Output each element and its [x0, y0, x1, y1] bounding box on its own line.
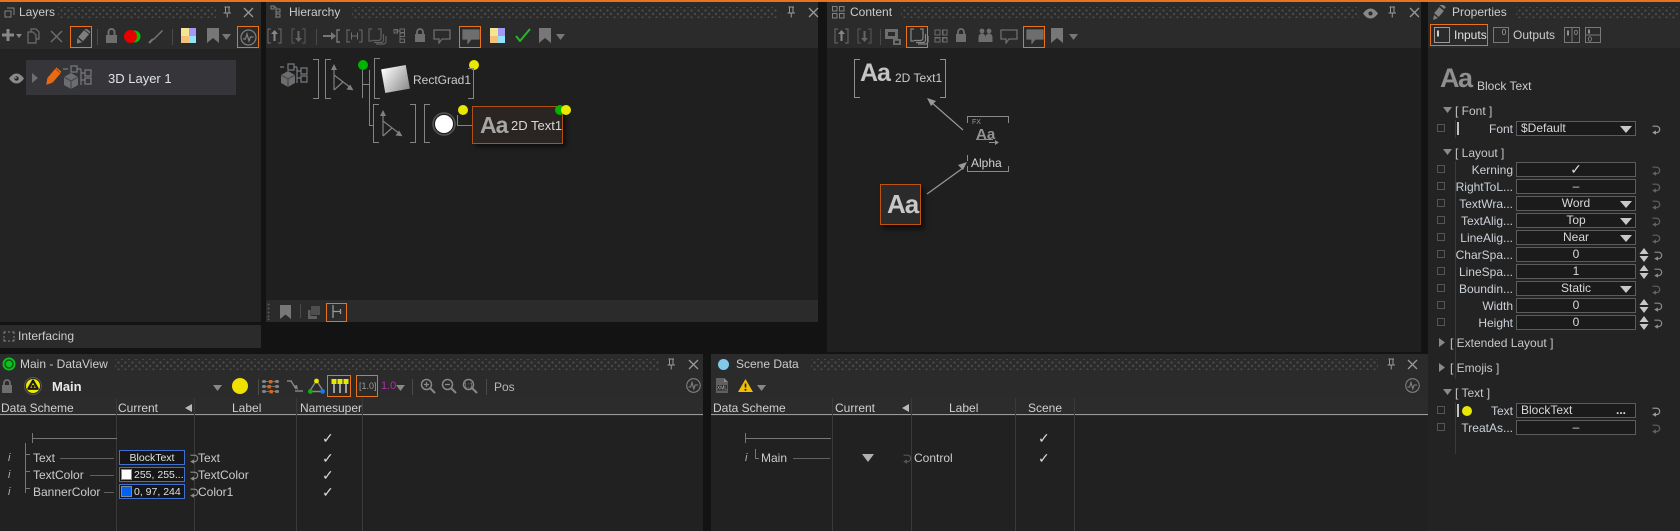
- svg-text:0: 0: [1502, 28, 1507, 37]
- svg-text:0: 0: [1588, 37, 1592, 44]
- svg-text:1:1: 1:1: [464, 383, 474, 390]
- svg-text:0: 0: [1574, 30, 1578, 37]
- svg-text:XML: XML: [717, 386, 728, 392]
